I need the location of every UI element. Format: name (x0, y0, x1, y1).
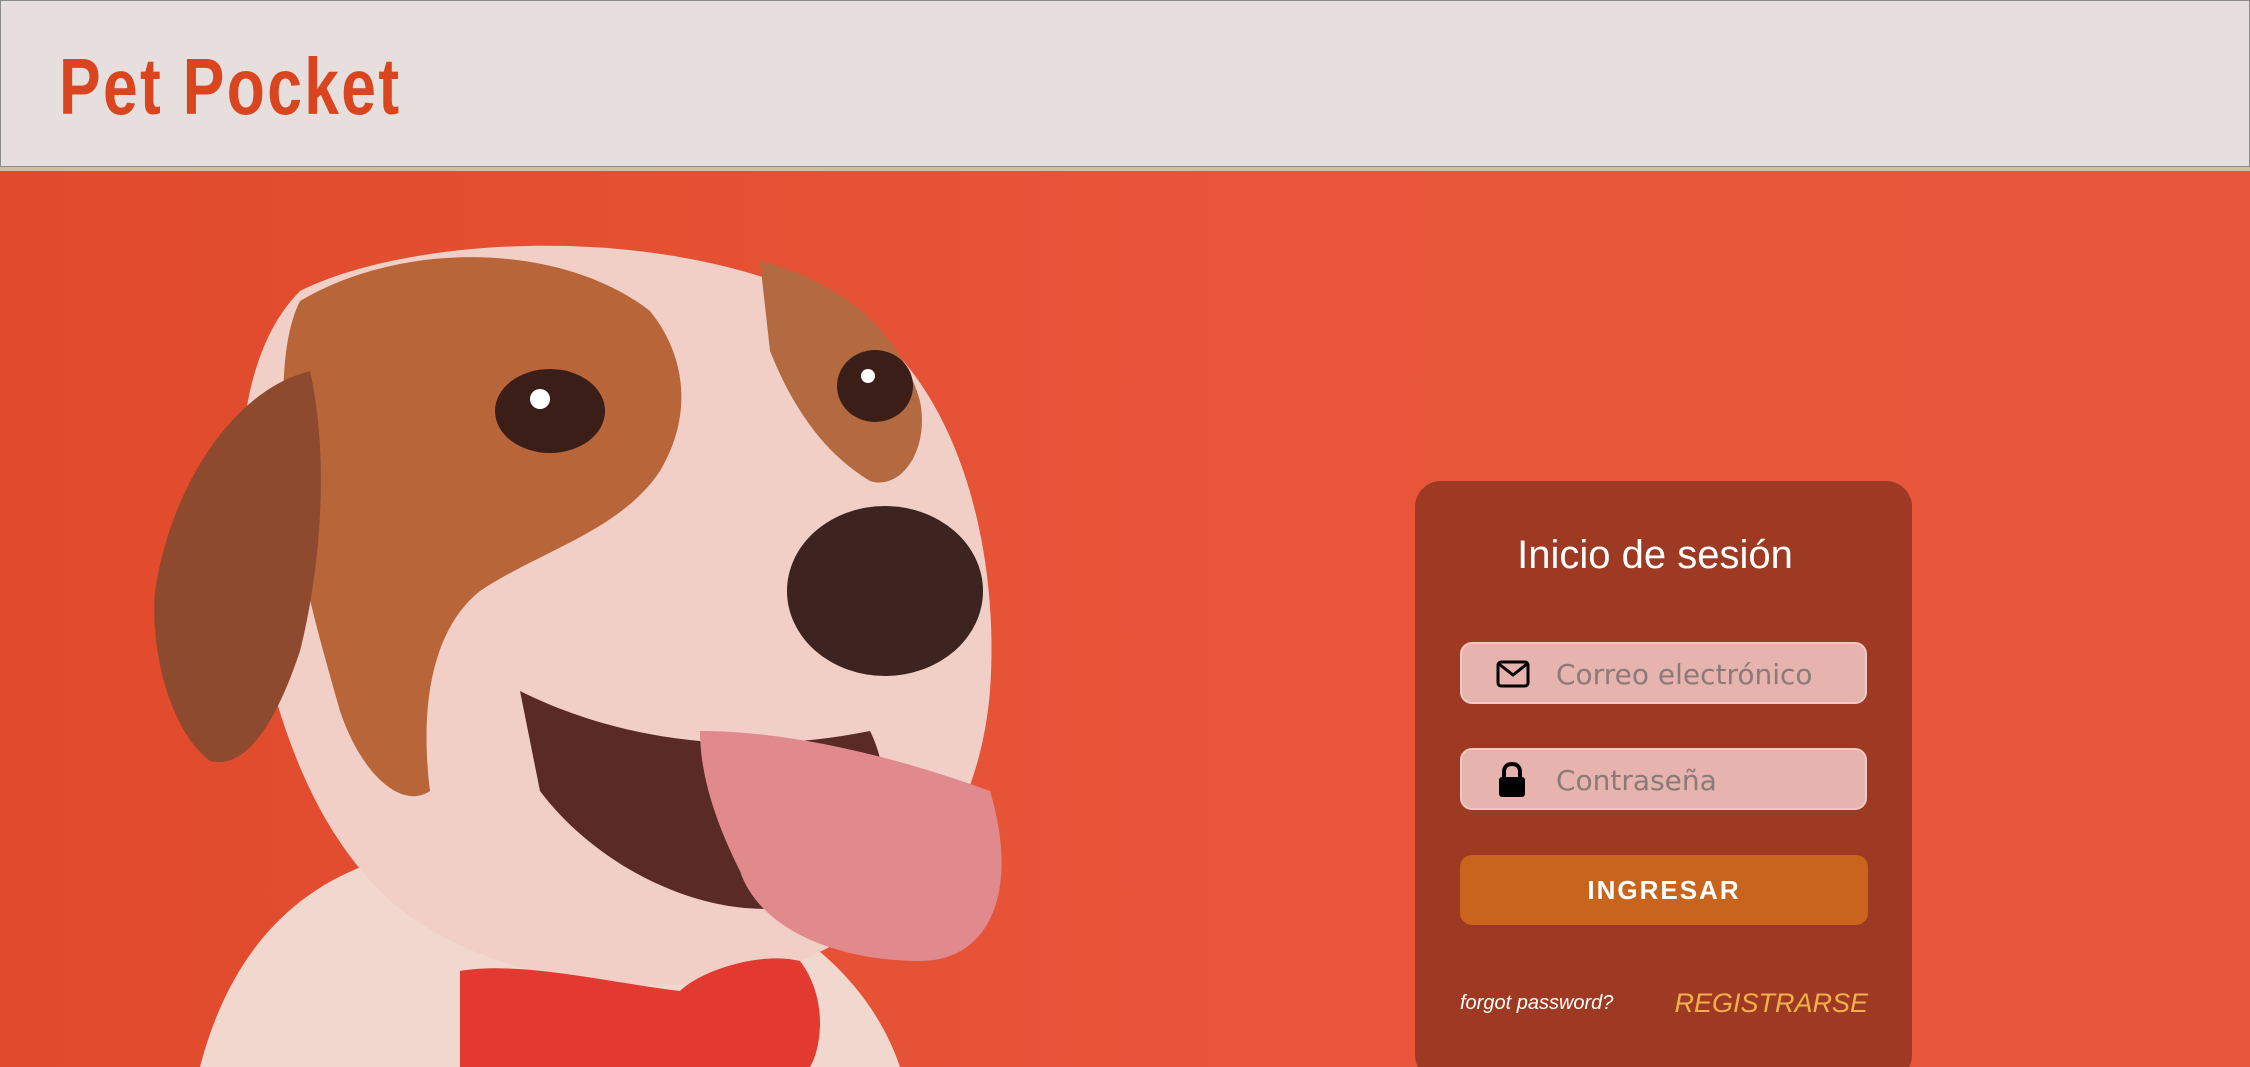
register-link[interactable]: REGISTRARSE (1674, 988, 1868, 1019)
dog-eye-right (837, 350, 913, 422)
forgot-password-link[interactable]: forgot password? (1460, 992, 1613, 1015)
email-input[interactable] (1554, 652, 1858, 696)
dog-nose (787, 506, 983, 676)
password-field[interactable] (1460, 748, 1867, 810)
dog-eye-left (495, 369, 605, 453)
dog-photo (154, 245, 1002, 1067)
app-logo[interactable]: Pet Pocket (59, 41, 401, 133)
login-title: Inicio de sesión (1517, 533, 1793, 577)
envelope-icon (1496, 660, 1530, 693)
top-header: Pet Pocket (0, 0, 2250, 167)
hero-section: Inicio de sesión INGRESAR forgot passwor… (0, 171, 2250, 1067)
password-input[interactable] (1554, 758, 1858, 802)
login-card: Inicio de sesión INGRESAR forgot passwor… (1415, 481, 1912, 1067)
email-field[interactable] (1460, 642, 1867, 704)
login-button[interactable]: INGRESAR (1460, 855, 1868, 925)
lock-icon (1496, 761, 1528, 803)
